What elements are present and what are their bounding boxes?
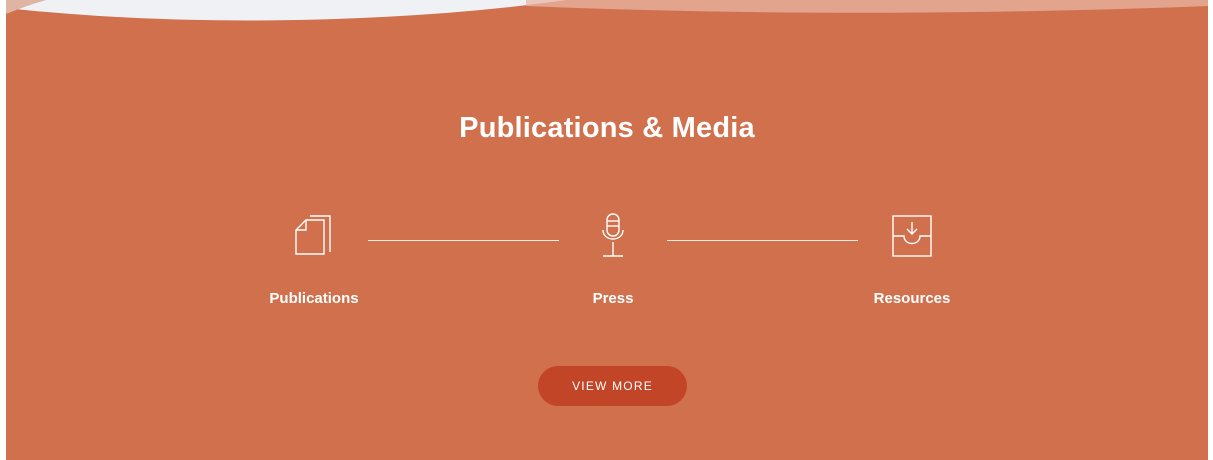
press-link[interactable]: Press <box>533 212 693 307</box>
publications-link[interactable]: Publications <box>234 212 394 307</box>
view-more-button[interactable]: VIEW MORE <box>538 366 687 406</box>
resources-label: Resources <box>873 290 951 307</box>
documents-icon <box>295 215 331 255</box>
page: Publications & Media Publications Press <box>0 0 1213 460</box>
resources-link[interactable]: Resources <box>832 212 992 307</box>
inbox-download-icon <box>892 215 932 257</box>
top-wave-decoration <box>6 0 1208 21</box>
connector-line <box>667 240 858 241</box>
press-label: Press <box>592 290 634 307</box>
publications-label: Publications <box>269 290 359 307</box>
section-title: Publications & Media <box>459 112 755 144</box>
publications-media-section: Publications & Media Publications Press <box>6 0 1208 460</box>
microphone-icon <box>602 213 624 257</box>
connector-line <box>368 240 559 241</box>
